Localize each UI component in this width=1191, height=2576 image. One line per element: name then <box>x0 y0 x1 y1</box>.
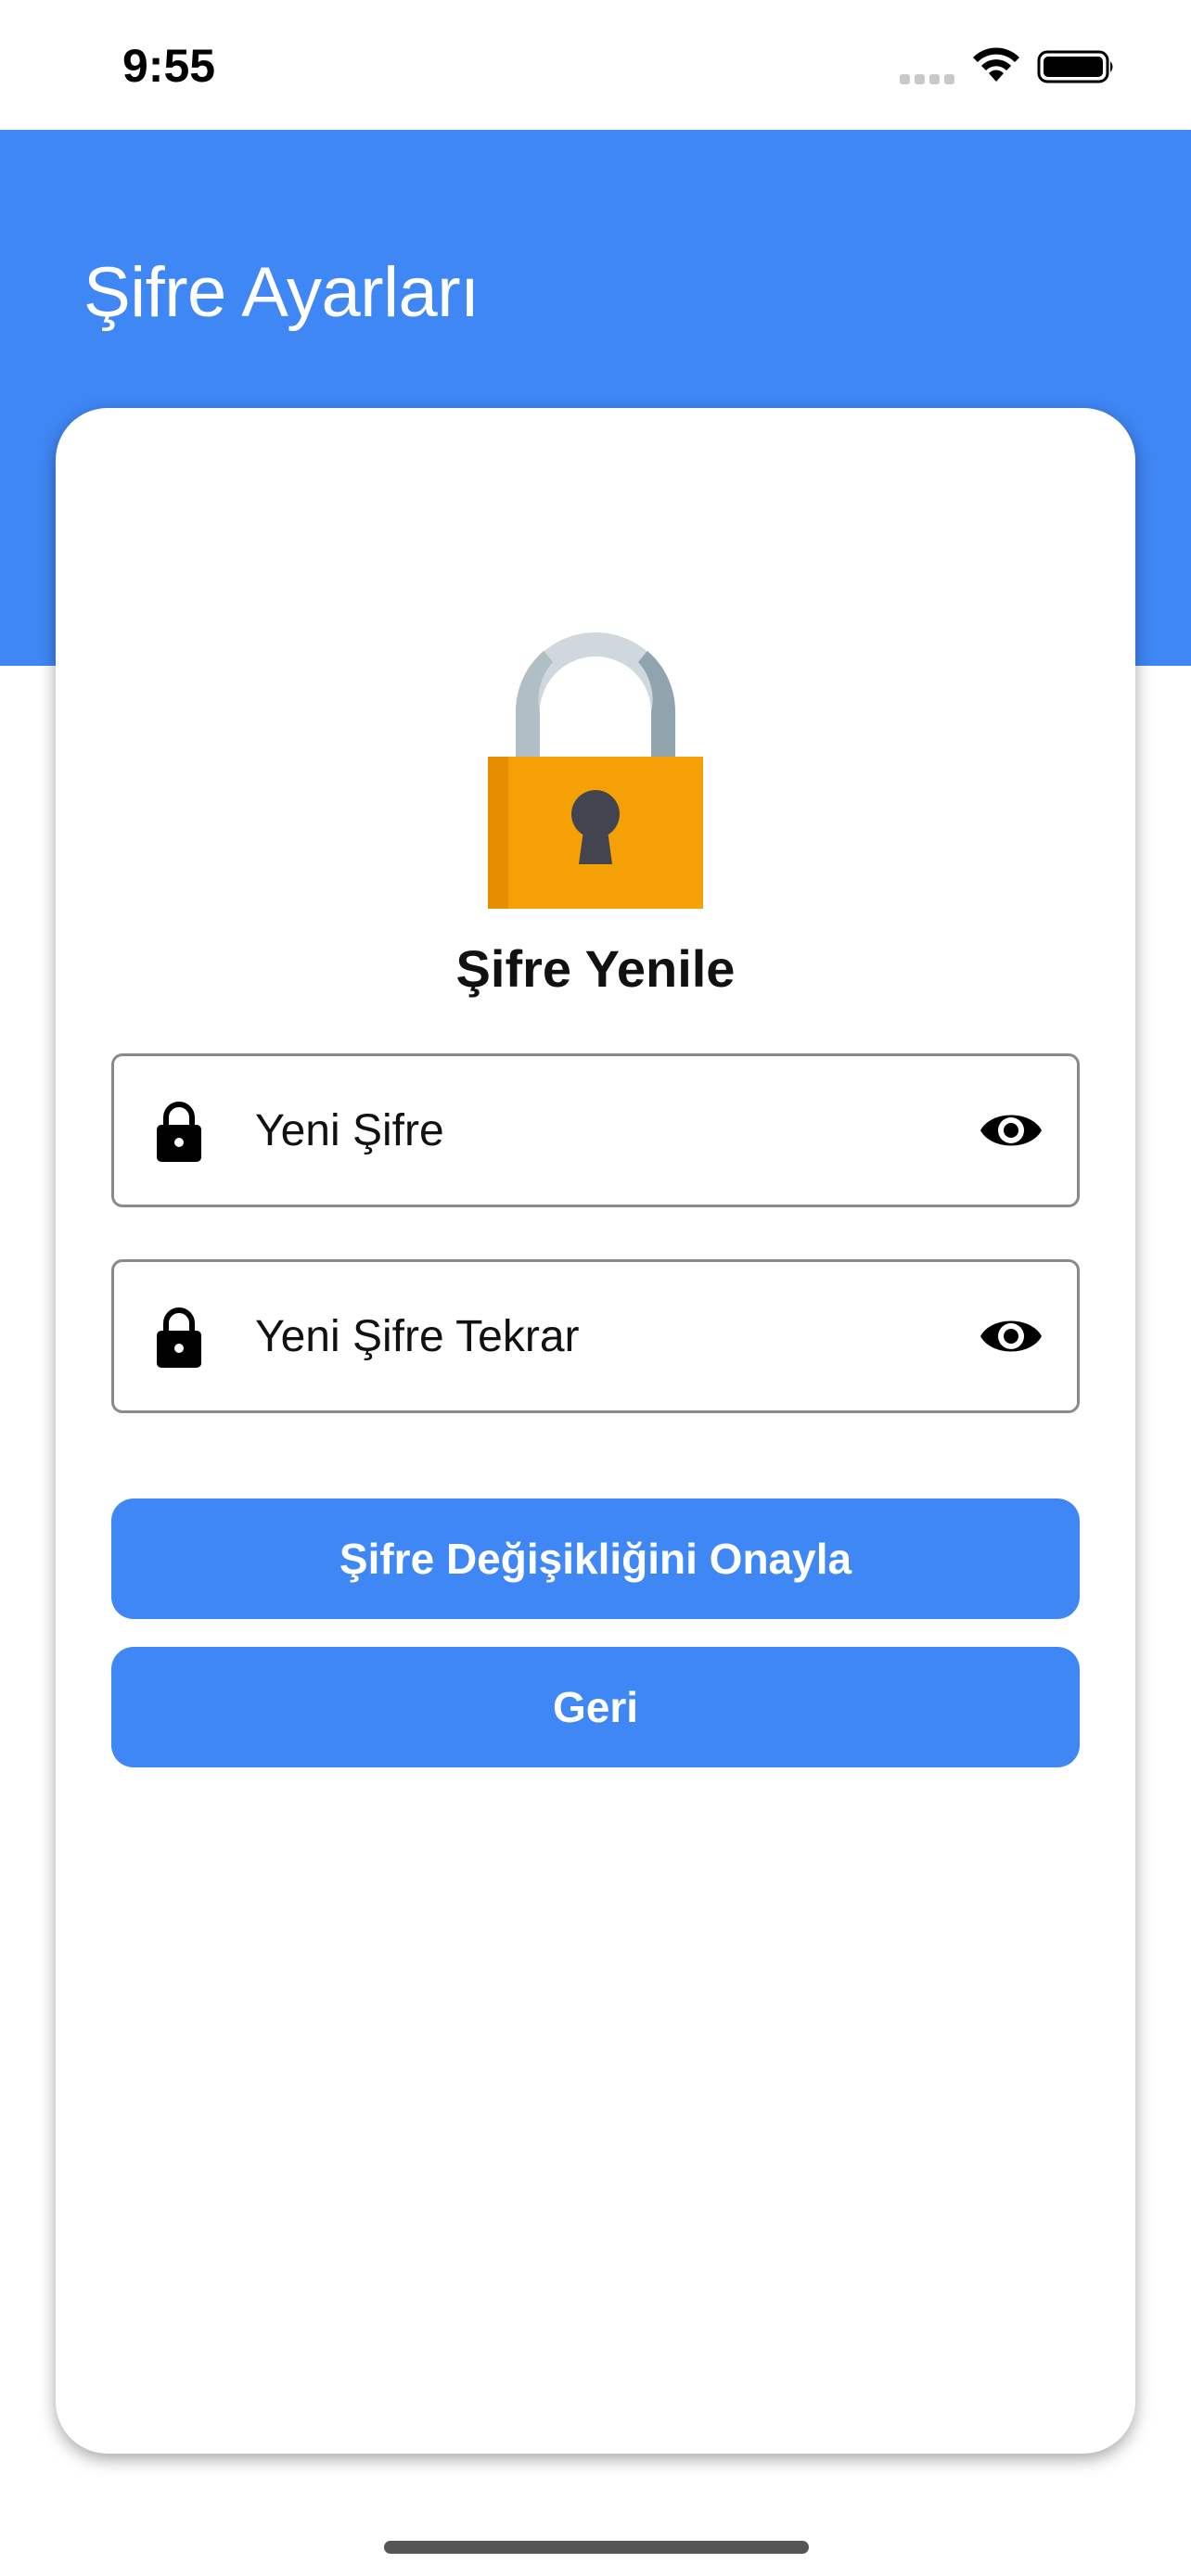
battery-icon <box>1037 50 1113 83</box>
confirm-password-field[interactable] <box>111 1259 1080 1413</box>
password-reset-card: Şifre Yenile Şifre Değişikliğini Onayla … <box>56 408 1135 2454</box>
confirm-password-input[interactable] <box>255 1262 904 1410</box>
new-password-field[interactable] <box>111 1053 1080 1207</box>
card-title: Şifre Yenile <box>455 939 736 998</box>
password-settings-screen: 9:55 Şifre Ayarları Şifre Yenile Şifre D… <box>0 0 1191 2576</box>
back-button[interactable]: Geri <box>111 1647 1080 1767</box>
lock-icon <box>157 1307 201 1368</box>
home-indicator[interactable] <box>384 2541 809 2554</box>
cellular-signal-icon <box>900 74 957 85</box>
eye-icon[interactable] <box>979 1104 1044 1156</box>
lock-icon <box>157 1102 201 1162</box>
page-title: Şifre Ayarları <box>83 253 480 332</box>
status-bar: 9:55 <box>0 0 1191 130</box>
wifi-icon <box>973 47 1019 82</box>
confirm-password-change-button[interactable]: Şifre Değişikliğini Onayla <box>111 1498 1080 1619</box>
padlock-icon <box>488 632 703 909</box>
new-password-input[interactable] <box>255 1056 904 1205</box>
eye-icon[interactable] <box>979 1310 1044 1362</box>
status-time: 9:55 <box>122 40 216 92</box>
